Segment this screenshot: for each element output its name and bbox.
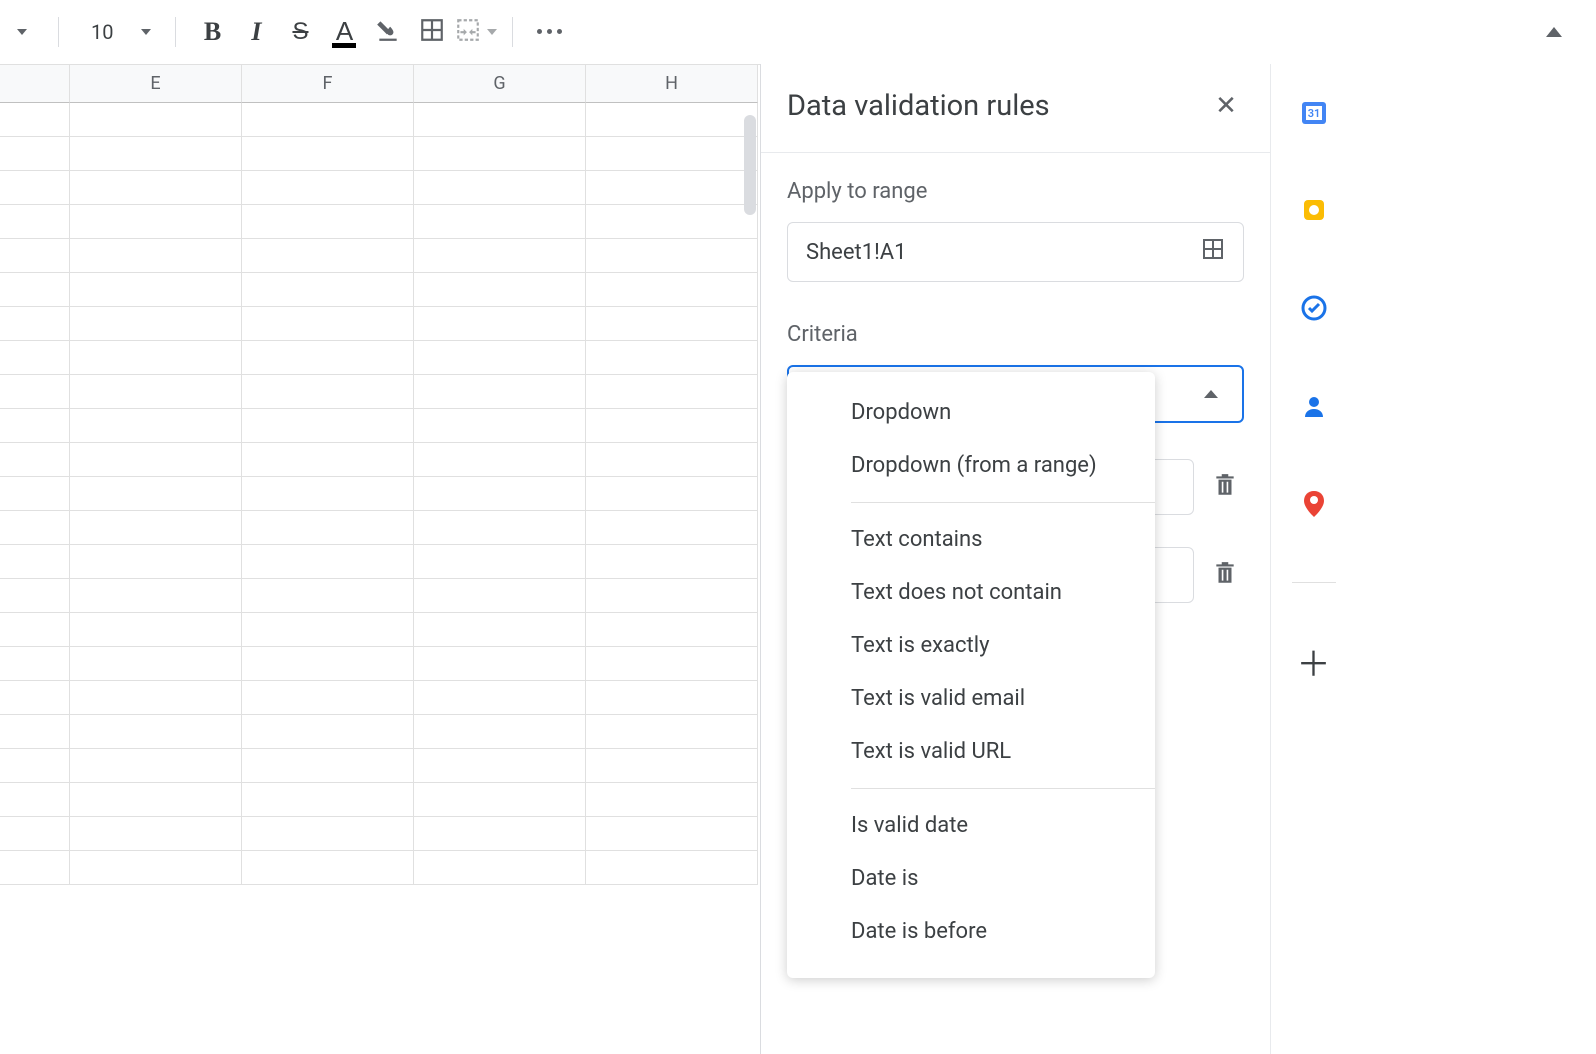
bold-button[interactable]: B	[190, 10, 234, 54]
criteria-option[interactable]: Text is valid email	[787, 672, 1155, 725]
menu-divider	[851, 502, 1155, 503]
caret-down-icon	[487, 29, 497, 35]
criteria-option[interactable]: Text is exactly	[787, 619, 1155, 672]
delete-option-button[interactable]	[1212, 559, 1238, 591]
column-header-blank[interactable]	[0, 65, 70, 103]
more-toolbar-button[interactable]	[527, 10, 571, 54]
keep-icon	[1300, 196, 1328, 224]
side-rail: 31 ＋	[1270, 64, 1356, 1054]
collapse-toolbar-button[interactable]	[1532, 10, 1576, 54]
data-validation-panel: Data validation rules ✕ Apply to range S…	[760, 64, 1270, 1054]
strikethrough-icon: S	[292, 18, 308, 46]
criteria-option[interactable]: Date is before	[787, 905, 1155, 958]
range-value: Sheet1!A1	[806, 240, 906, 265]
borders-icon	[419, 17, 445, 47]
rail-add-button[interactable]: ＋	[1294, 641, 1334, 681]
contacts-icon	[1301, 393, 1327, 419]
merge-cells-button[interactable]	[454, 10, 498, 54]
vertical-scrollbar[interactable]	[744, 115, 756, 475]
criteria-option[interactable]: Text is valid URL	[787, 725, 1155, 778]
tasks-icon	[1300, 294, 1328, 322]
text-color-bar	[332, 43, 356, 48]
apply-to-range-label: Apply to range	[787, 179, 1244, 204]
text-color-button[interactable]: A	[322, 10, 366, 54]
close-icon: ✕	[1215, 91, 1237, 121]
toolbar-separator	[512, 17, 513, 47]
italic-button[interactable]: I	[234, 10, 278, 54]
borders-button[interactable]	[410, 10, 454, 54]
criteria-option[interactable]: Date is	[787, 852, 1155, 905]
calendar-icon: 31	[1299, 97, 1329, 127]
criteria-option[interactable]: Dropdown	[787, 386, 1155, 439]
column-header[interactable]: H	[586, 65, 758, 103]
bold-icon: B	[204, 17, 221, 47]
select-range-icon[interactable]	[1201, 237, 1225, 267]
caret-down-icon	[17, 29, 27, 35]
chevron-up-icon	[1546, 27, 1562, 37]
caret-down-icon	[141, 29, 151, 35]
rail-divider	[1292, 582, 1336, 583]
fill-color-button[interactable]	[366, 10, 410, 54]
toolbar-separator	[58, 17, 59, 47]
column-header[interactable]: E	[70, 65, 242, 103]
format-toolbar: 10 B I S A	[0, 0, 1596, 64]
rail-keep-button[interactable]	[1294, 190, 1334, 230]
panel-title: Data validation rules	[787, 89, 1050, 123]
delete-option-button[interactable]	[1212, 471, 1238, 503]
close-panel-button[interactable]: ✕	[1208, 88, 1244, 124]
italic-icon: I	[251, 17, 261, 47]
criteria-option[interactable]: Text contains	[787, 513, 1155, 566]
scrollbar-thumb[interactable]	[744, 115, 756, 215]
rail-contacts-button[interactable]	[1294, 386, 1334, 426]
toolbar-leading-dropdown[interactable]	[0, 10, 44, 54]
rail-calendar-button[interactable]: 31	[1294, 92, 1334, 132]
criteria-label: Criteria	[787, 322, 1244, 347]
column-headers: E F G H	[0, 65, 760, 103]
column-header[interactable]: G	[414, 65, 586, 103]
criteria-dropdown-menu: Dropdown Dropdown (from a range) Text co…	[787, 372, 1155, 978]
grid-rows	[0, 103, 760, 885]
main-area: E F G H	[0, 64, 1596, 1054]
criteria-option[interactable]: Dropdown (from a range)	[787, 439, 1155, 492]
maps-icon	[1301, 489, 1327, 519]
spreadsheet-grid[interactable]: E F G H	[0, 64, 760, 1054]
menu-divider	[851, 788, 1155, 789]
column-header[interactable]: F	[242, 65, 414, 103]
font-size-selector[interactable]: 10	[73, 14, 161, 50]
apply-to-range-input[interactable]: Sheet1!A1	[787, 222, 1244, 282]
plus-icon: ＋	[1297, 637, 1331, 686]
more-horizontal-icon	[537, 29, 562, 34]
font-size-value: 10	[91, 20, 113, 44]
toolbar-separator	[175, 17, 176, 47]
rail-maps-button[interactable]	[1294, 484, 1334, 524]
svg-text:31: 31	[1307, 107, 1320, 120]
merge-cells-icon	[455, 17, 481, 47]
criteria-option[interactable]: Text does not contain	[787, 566, 1155, 619]
caret-up-icon	[1204, 390, 1218, 398]
strikethrough-button[interactable]: S	[278, 10, 322, 54]
criteria-option[interactable]: Is valid date	[787, 799, 1155, 852]
fill-color-icon	[375, 17, 401, 47]
rail-tasks-button[interactable]	[1294, 288, 1334, 328]
